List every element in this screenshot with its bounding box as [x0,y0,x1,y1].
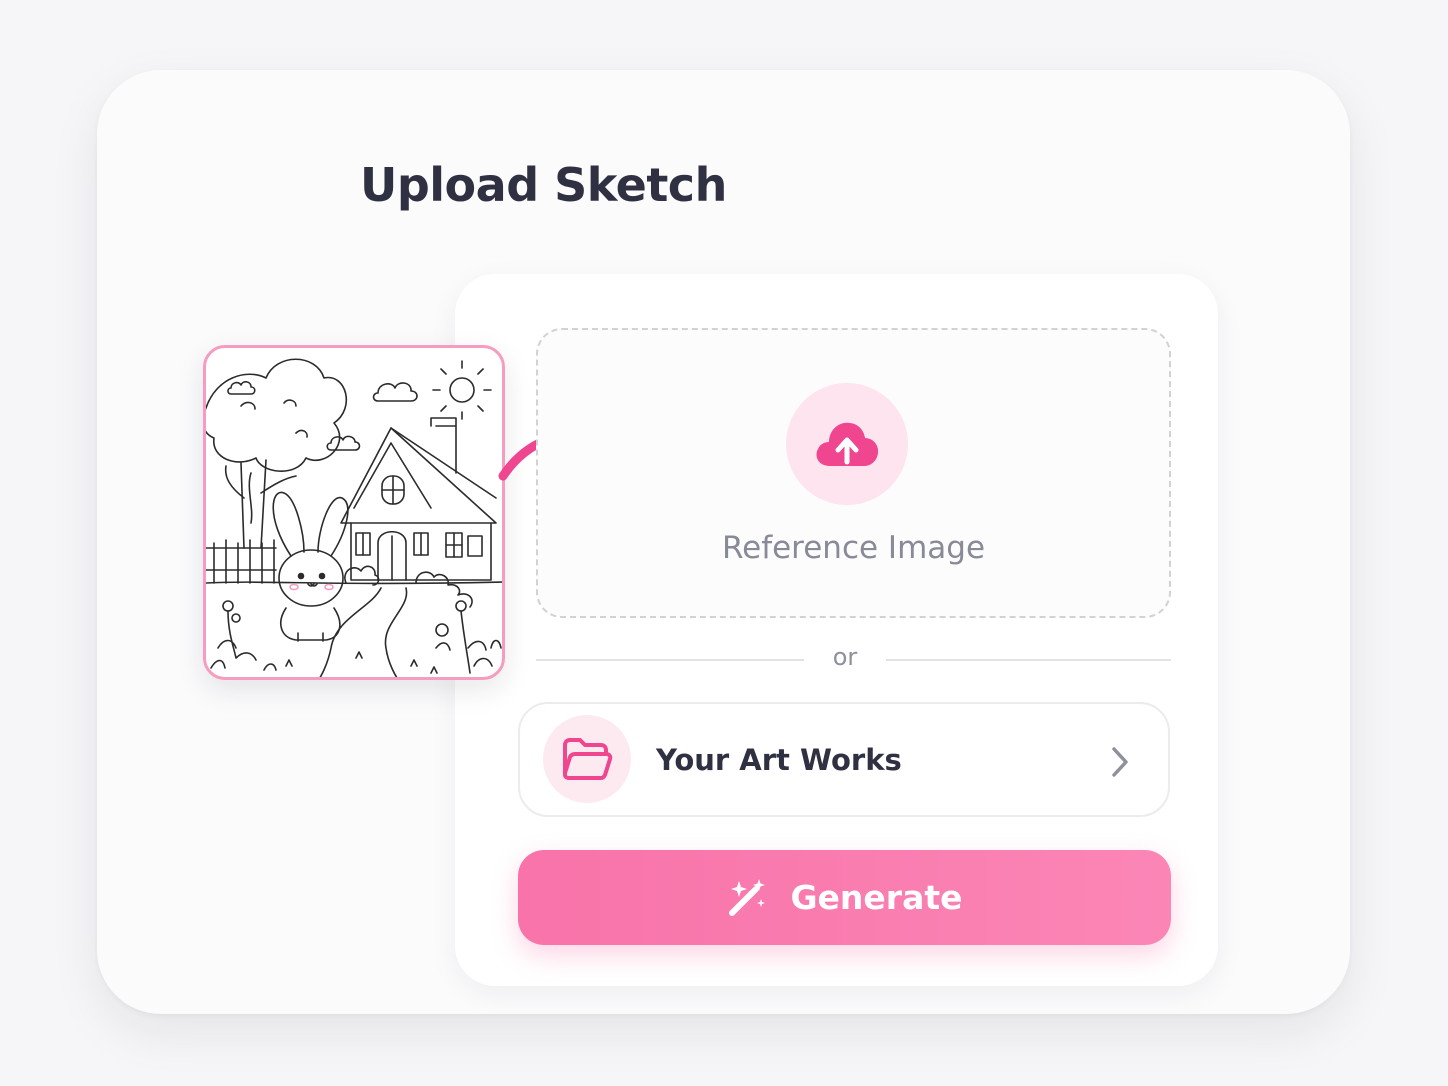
reference-image-label: Reference Image [721,530,986,566]
divider-or-text: or [832,643,858,671]
generate-button[interactable]: Generate [518,850,1171,945]
generate-label: Generate [790,878,963,917]
cloud-upload-icon [816,422,879,466]
upload-icon-badge [786,383,908,505]
your-art-works-label: Your Art Works [656,743,902,777]
divider-right [886,659,1171,661]
chevron-right-icon [1112,747,1128,777]
sketch-preview [203,345,505,680]
divider-left [536,659,804,661]
magic-wand-icon [729,878,766,916]
folder-icon [563,738,613,780]
sketch-illustration [206,358,502,677]
folder-icon-badge [543,715,631,803]
page-title: Upload Sketch [360,158,727,212]
